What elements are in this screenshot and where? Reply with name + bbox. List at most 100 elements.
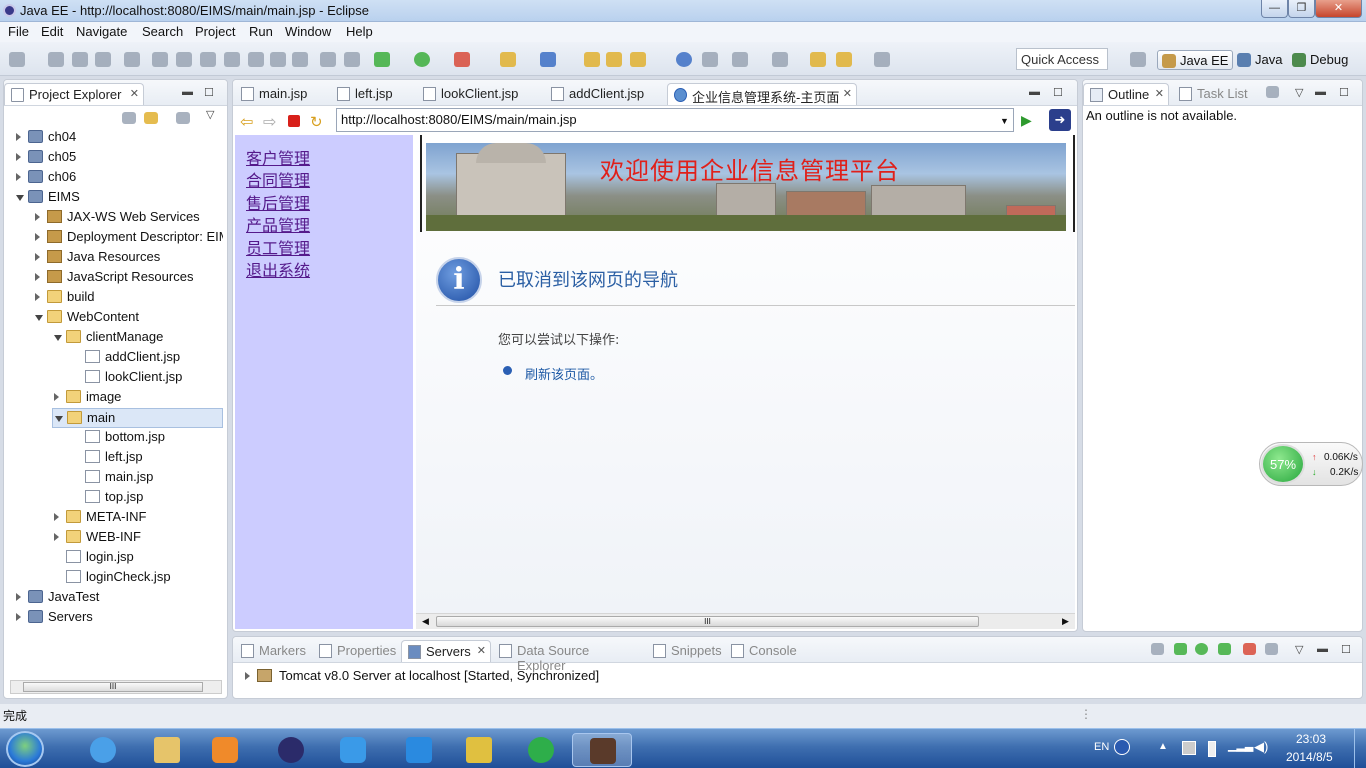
expanded-arrow-icon[interactable]	[55, 416, 63, 422]
tree-item[interactable]: top.jsp	[71, 488, 223, 508]
close-icon[interactable]: ✕	[130, 87, 139, 100]
show-desktop-button[interactable]	[1354, 729, 1366, 768]
browser-stop-icon[interactable]	[288, 115, 300, 127]
menu-file[interactable]: File	[8, 24, 29, 39]
tree-hscrollbar[interactable]: III	[10, 680, 222, 694]
tab-snippets[interactable]: Snippets	[647, 640, 723, 662]
taskbar-bird-app[interactable]	[392, 733, 444, 767]
tab-main-jsp[interactable]: main.jsp	[235, 83, 329, 105]
network-speed-widget[interactable]: 57% ↑ 0.06K/s ↓ 0.2K/s	[1259, 442, 1363, 486]
tree-item[interactable]: main	[52, 408, 223, 428]
collapsed-arrow-icon[interactable]	[35, 293, 40, 301]
collapsed-arrow-icon[interactable]	[16, 613, 21, 621]
tree-item[interactable]: login.jsp	[52, 548, 223, 568]
save-icon[interactable]	[48, 52, 64, 67]
tree-item[interactable]: main.jsp	[71, 468, 223, 488]
tab-task-list[interactable]: Task List	[1173, 83, 1263, 105]
drop-to-frame-icon[interactable]	[320, 52, 336, 67]
tree-item[interactable]: JavaScript Resources	[33, 268, 223, 288]
view-menu-icon[interactable]	[1266, 86, 1279, 98]
step-into-icon[interactable]	[248, 52, 264, 67]
taskbar-tools[interactable]	[452, 733, 504, 767]
scroll-right-icon[interactable]: ▶	[1062, 616, 1069, 627]
suspend-icon[interactable]	[176, 52, 192, 67]
tab-markers[interactable]: Markers	[235, 640, 313, 662]
maximize-icon[interactable]: ☐	[1053, 86, 1063, 99]
tree-item[interactable]: Deployment Descriptor: EIMS	[33, 228, 223, 248]
terminate-icon[interactable]	[200, 52, 216, 67]
collapsed-arrow-icon[interactable]	[16, 593, 21, 601]
link-logout[interactable]: 退出系统	[246, 257, 310, 281]
last-edit-icon[interactable]	[772, 52, 788, 67]
collapsed-arrow-icon[interactable]	[16, 153, 21, 161]
close-icon[interactable]: ✕	[843, 87, 852, 100]
menu-window[interactable]: Window	[285, 24, 331, 39]
tab-properties[interactable]: Properties	[313, 640, 401, 662]
next-annotation-icon[interactable]	[702, 52, 718, 67]
collapsed-arrow-icon[interactable]	[54, 393, 59, 401]
open-web-browser-icon[interactable]	[676, 52, 692, 67]
maximize-button[interactable]: ❐	[1288, 0, 1315, 18]
debug-server-icon[interactable]	[1174, 643, 1187, 655]
tree-item[interactable]: WebContent	[33, 308, 223, 328]
back-icon[interactable]	[810, 52, 826, 67]
skip-breakpoints-icon[interactable]	[124, 52, 140, 67]
use-step-filters-icon[interactable]	[344, 52, 360, 67]
tree-item[interactable]: WEB-INF	[52, 528, 223, 548]
chevron-down-icon[interactable]: ▽	[1295, 643, 1303, 656]
publish-icon[interactable]	[1265, 643, 1278, 655]
minimize-button[interactable]: —	[1261, 0, 1288, 18]
tab-console[interactable]: Console	[725, 640, 801, 662]
maximize-icon[interactable]: ☐	[204, 86, 214, 99]
browser-refresh-icon[interactable]: ↻	[310, 113, 323, 131]
tree-item[interactable]: ch05	[14, 148, 223, 168]
tree-item[interactable]: image	[52, 388, 223, 408]
close-window-button[interactable]: ✕	[1315, 0, 1362, 18]
tree-item[interactable]: EIMS	[14, 188, 223, 208]
open-task-icon[interactable]	[606, 52, 622, 67]
tab-left-jsp[interactable]: left.jsp	[331, 83, 421, 105]
collapsed-arrow-icon[interactable]	[35, 273, 40, 281]
tab-project-explorer[interactable]: Project Explorer ✕	[4, 83, 144, 105]
language-indicator[interactable]: EN	[1094, 741, 1109, 753]
new-icon[interactable]	[9, 52, 25, 67]
link-product-management[interactable]: 产品管理	[246, 212, 310, 236]
expand-arrow-icon[interactable]	[245, 672, 250, 680]
menu-project[interactable]: Project	[195, 24, 235, 39]
new-server-icon[interactable]	[500, 52, 516, 67]
forward-icon[interactable]	[874, 52, 890, 67]
clock-time[interactable]: 23:03	[1296, 732, 1326, 746]
tab-lookclient-jsp[interactable]: lookClient.jsp	[417, 83, 541, 105]
link-with-editor-icon[interactable]	[144, 112, 158, 124]
tree-item[interactable]: Java Resources	[33, 248, 223, 268]
start-button[interactable]	[6, 731, 44, 767]
collapsed-arrow-icon[interactable]	[16, 173, 21, 181]
close-icon[interactable]: ✕	[1155, 87, 1164, 100]
signal-icon[interactable]: ▁▂▃	[1228, 739, 1253, 752]
run-icon[interactable]	[414, 52, 430, 67]
taskbar-java-ee-ide[interactable]	[572, 733, 632, 767]
go-icon[interactable]: ▶	[1021, 112, 1032, 129]
open-type-icon[interactable]	[584, 52, 600, 67]
taskbar-eclipse[interactable]	[264, 733, 316, 767]
scroll-left-icon[interactable]: ◀	[422, 616, 429, 627]
tree-item[interactable]: clientManage	[52, 328, 223, 348]
refresh-page-link[interactable]: 刷新该页面。	[525, 364, 603, 383]
tree-item[interactable]: Servers	[14, 608, 223, 628]
menu-search[interactable]: Search	[142, 24, 183, 39]
expanded-arrow-icon[interactable]	[16, 195, 24, 201]
scrollbar-thumb[interactable]: III	[23, 682, 203, 692]
menu-edit[interactable]: Edit	[41, 24, 63, 39]
tab-servers[interactable]: Servers ✕	[401, 640, 491, 662]
collapsed-arrow-icon[interactable]	[35, 233, 40, 241]
url-input[interactable]: http://localhost:8080/EIMS/main/main.jsp	[336, 108, 1014, 132]
menu-help[interactable]: Help	[346, 24, 373, 39]
search-icon[interactable]	[630, 52, 646, 67]
tree-item[interactable]: addClient.jsp	[71, 348, 223, 368]
url-dropdown-chevron-down-icon[interactable]: ▼	[1000, 116, 1009, 126]
tree-item[interactable]: build	[33, 288, 223, 308]
link-employee-management[interactable]: 员工管理	[246, 235, 310, 259]
maximize-icon[interactable]: ☐	[1339, 86, 1349, 99]
run-external-tool-icon[interactable]	[454, 52, 470, 67]
battery-icon[interactable]	[1208, 741, 1216, 757]
